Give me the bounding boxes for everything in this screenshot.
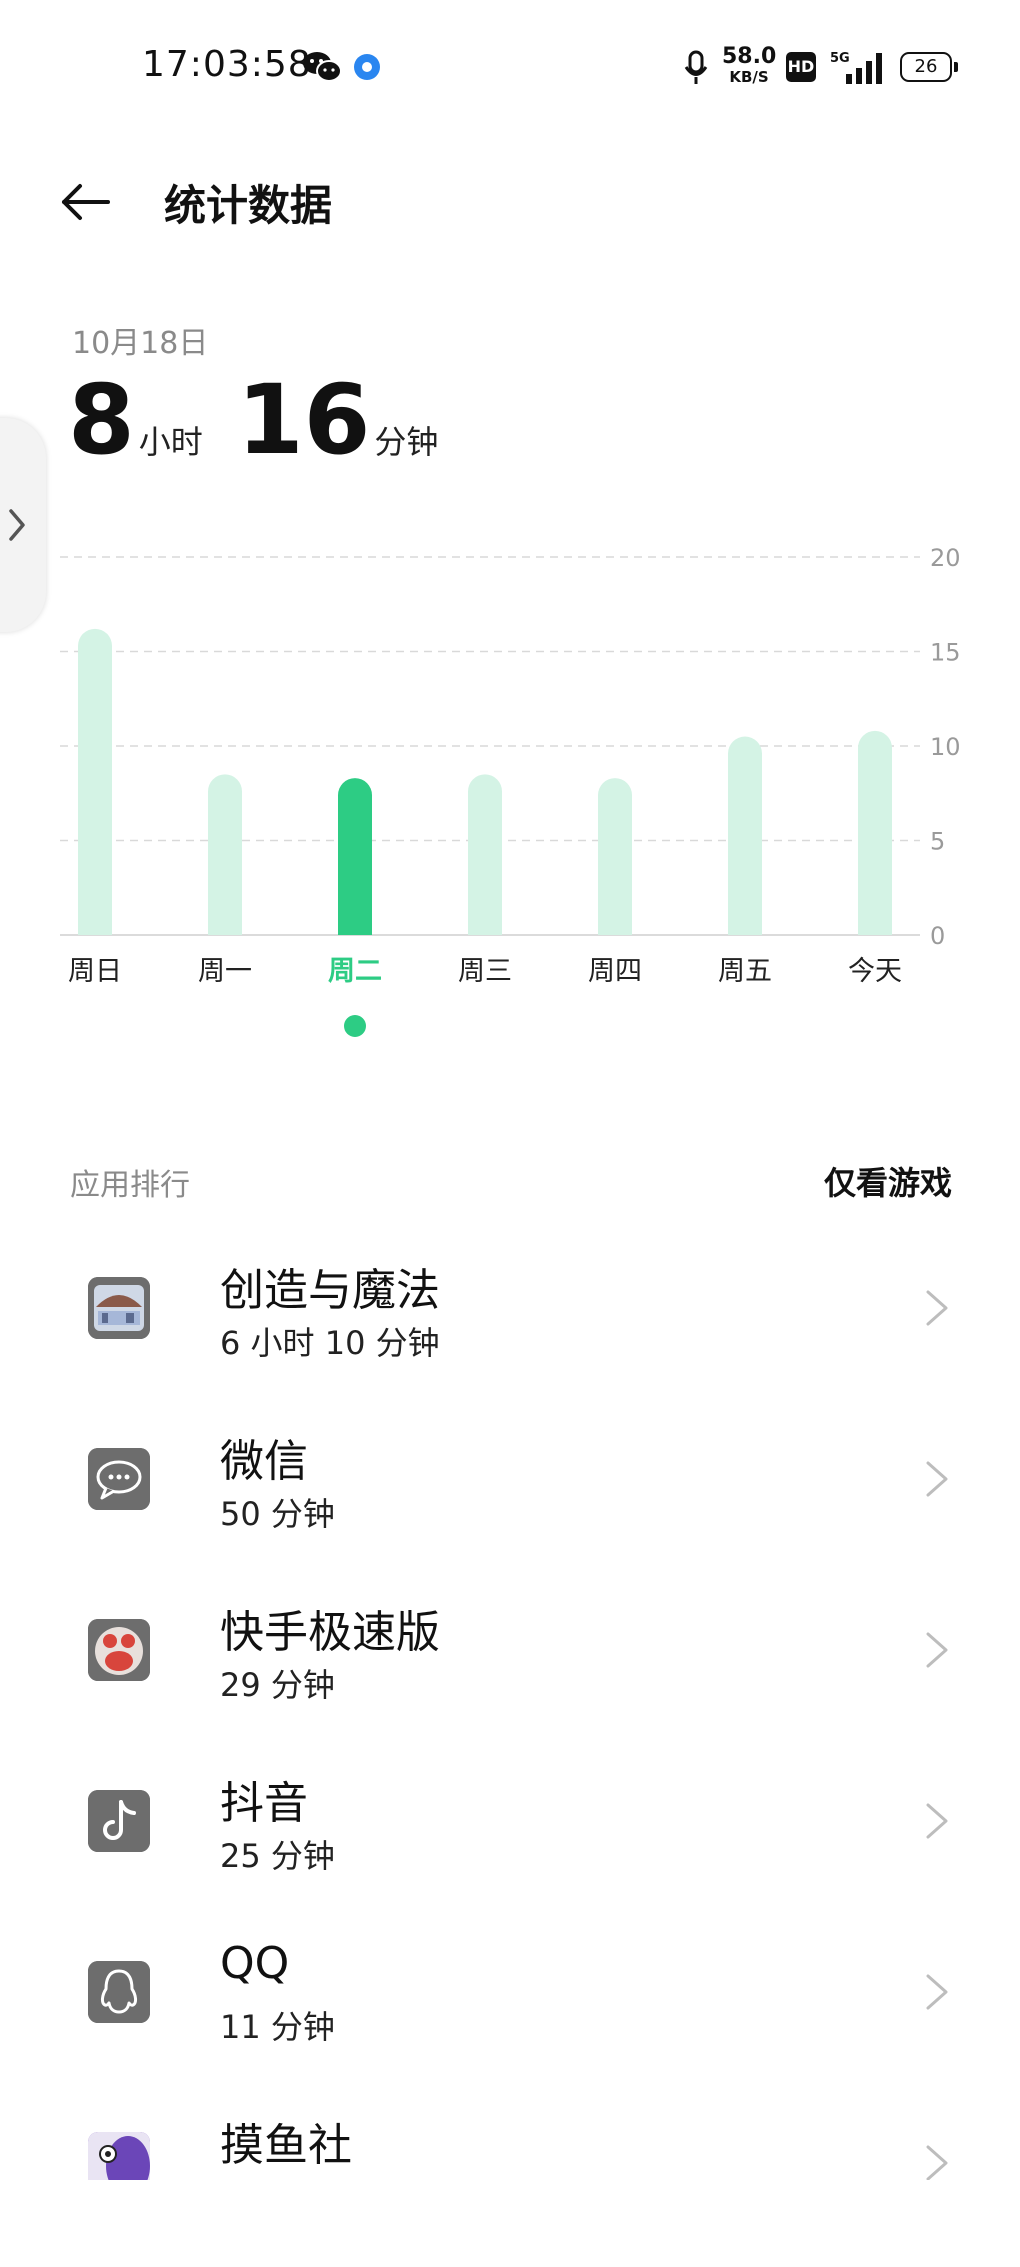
list-item-app-5[interactable]: 摸鱼社	[0, 2075, 1020, 2180]
x-tick-label[interactable]: 周三	[458, 956, 512, 987]
app-name: 微信	[220, 1436, 308, 1487]
qq-icon	[88, 1961, 150, 2023]
wechat-icon	[88, 1448, 150, 1510]
app-usage-time: 6 小时 10 分钟	[220, 1324, 440, 1362]
y-tick-label: 10	[930, 733, 961, 761]
total-minutes: 16	[236, 364, 371, 476]
chart-canvas: 20 15 10 5 0 周日 周一 周二 周三 周四 周五 今天	[60, 544, 961, 1037]
app-usage-time: 11 分钟	[220, 2008, 335, 2046]
app-name: 快手极速版	[220, 1607, 440, 1658]
chevron-right-icon	[926, 1974, 948, 2010]
chevron-right-icon	[926, 2145, 948, 2180]
total-usage: 8 小时 16 分钟	[68, 372, 472, 482]
bar-6[interactable]	[858, 730, 892, 935]
date-label: 10月18日	[72, 326, 209, 361]
bar-5[interactable]	[728, 736, 762, 935]
x-tick-label[interactable]: 今天	[848, 956, 902, 987]
hours-unit: 小时	[138, 423, 203, 461]
page-title: 统计数据	[164, 181, 333, 230]
bar-0[interactable]	[78, 628, 112, 935]
app-usage-time: 25 分钟	[220, 1837, 335, 1875]
moyushe-icon	[88, 2132, 150, 2180]
x-tick-label[interactable]: 周二	[328, 956, 382, 987]
chevron-right-icon	[926, 1461, 948, 1497]
list-item-app-1[interactable]: 微信 50 分钟	[0, 1391, 1020, 1562]
app-list: 创造与魔法 6 小时 10 分钟 微信 50 分钟 快手极速版 29 分钟 抖音…	[0, 1220, 1020, 2180]
minutes-unit: 分钟	[374, 423, 439, 461]
network-type: 5G	[830, 51, 850, 66]
bar-4[interactable]	[598, 778, 632, 935]
network-speed-unit: KB/S	[729, 68, 769, 86]
x-tick-label[interactable]: 周日	[68, 956, 122, 987]
chevron-right-icon	[926, 1803, 948, 1839]
chevron-right-icon	[926, 1632, 948, 1668]
x-tick-label[interactable]: 周四	[588, 956, 642, 987]
chevron-right-icon	[926, 1290, 948, 1326]
kuaishou-icon	[88, 1619, 150, 1681]
signal-icon: 5G	[830, 51, 882, 84]
microphone-icon	[684, 50, 708, 84]
network-speed-value: 58.0	[722, 44, 777, 69]
app-usage-time: 50 分钟	[220, 1495, 335, 1533]
bar-3[interactable]	[468, 774, 502, 935]
games-only-toggle[interactable]: 仅看游戏	[824, 1158, 952, 1204]
list-item-app-2[interactable]: 快手极速版 29 分钟	[0, 1562, 1020, 1733]
app-usage-time: 29 分钟	[220, 1666, 335, 1704]
status-bar: 17:03:58 58.0 KB/S HD 5G 26	[0, 0, 1020, 130]
x-tick-label[interactable]: 周一	[198, 956, 252, 987]
douyin-icon	[88, 1790, 150, 1852]
total-hours: 8	[68, 364, 135, 476]
app-notification-icon	[354, 54, 380, 80]
status-time: 17:03:58	[142, 44, 312, 85]
list-item-app-4[interactable]: QQ 11 分钟	[0, 1904, 1020, 2075]
y-tick-label: 15	[930, 639, 961, 667]
selected-day-indicator	[344, 1015, 366, 1037]
list-item-app-0[interactable]: 创造与魔法 6 小时 10 分钟	[0, 1220, 1020, 1391]
back-arrow-icon[interactable]	[58, 174, 114, 230]
network-speed: 58.0 KB/S	[722, 46, 776, 85]
wechat-notification-icon	[303, 52, 342, 82]
y-tick-label: 5	[930, 828, 945, 856]
app-name: 创造与魔法	[220, 1265, 440, 1316]
ranking-label: 应用排行	[70, 1168, 190, 1203]
bar-2[interactable]	[338, 778, 372, 935]
battery-indicator: 26	[900, 52, 958, 82]
app-name: 摸鱼社	[220, 2120, 352, 2171]
bar-1[interactable]	[208, 774, 242, 935]
hd-icon: HD	[786, 52, 816, 82]
weekly-usage-chart: 20 15 10 5 0 周日 周一 周二 周三 周四 周五 今天	[0, 530, 1020, 1050]
app-name: QQ	[220, 1938, 290, 1989]
y-tick-label: 0	[930, 922, 945, 950]
x-tick-label[interactable]: 周五	[718, 956, 772, 987]
app-name: 抖音	[220, 1778, 308, 1829]
game-icon	[88, 1277, 150, 1339]
list-item-app-3[interactable]: 抖音 25 分钟	[0, 1733, 1020, 1904]
y-tick-label: 20	[930, 544, 961, 572]
